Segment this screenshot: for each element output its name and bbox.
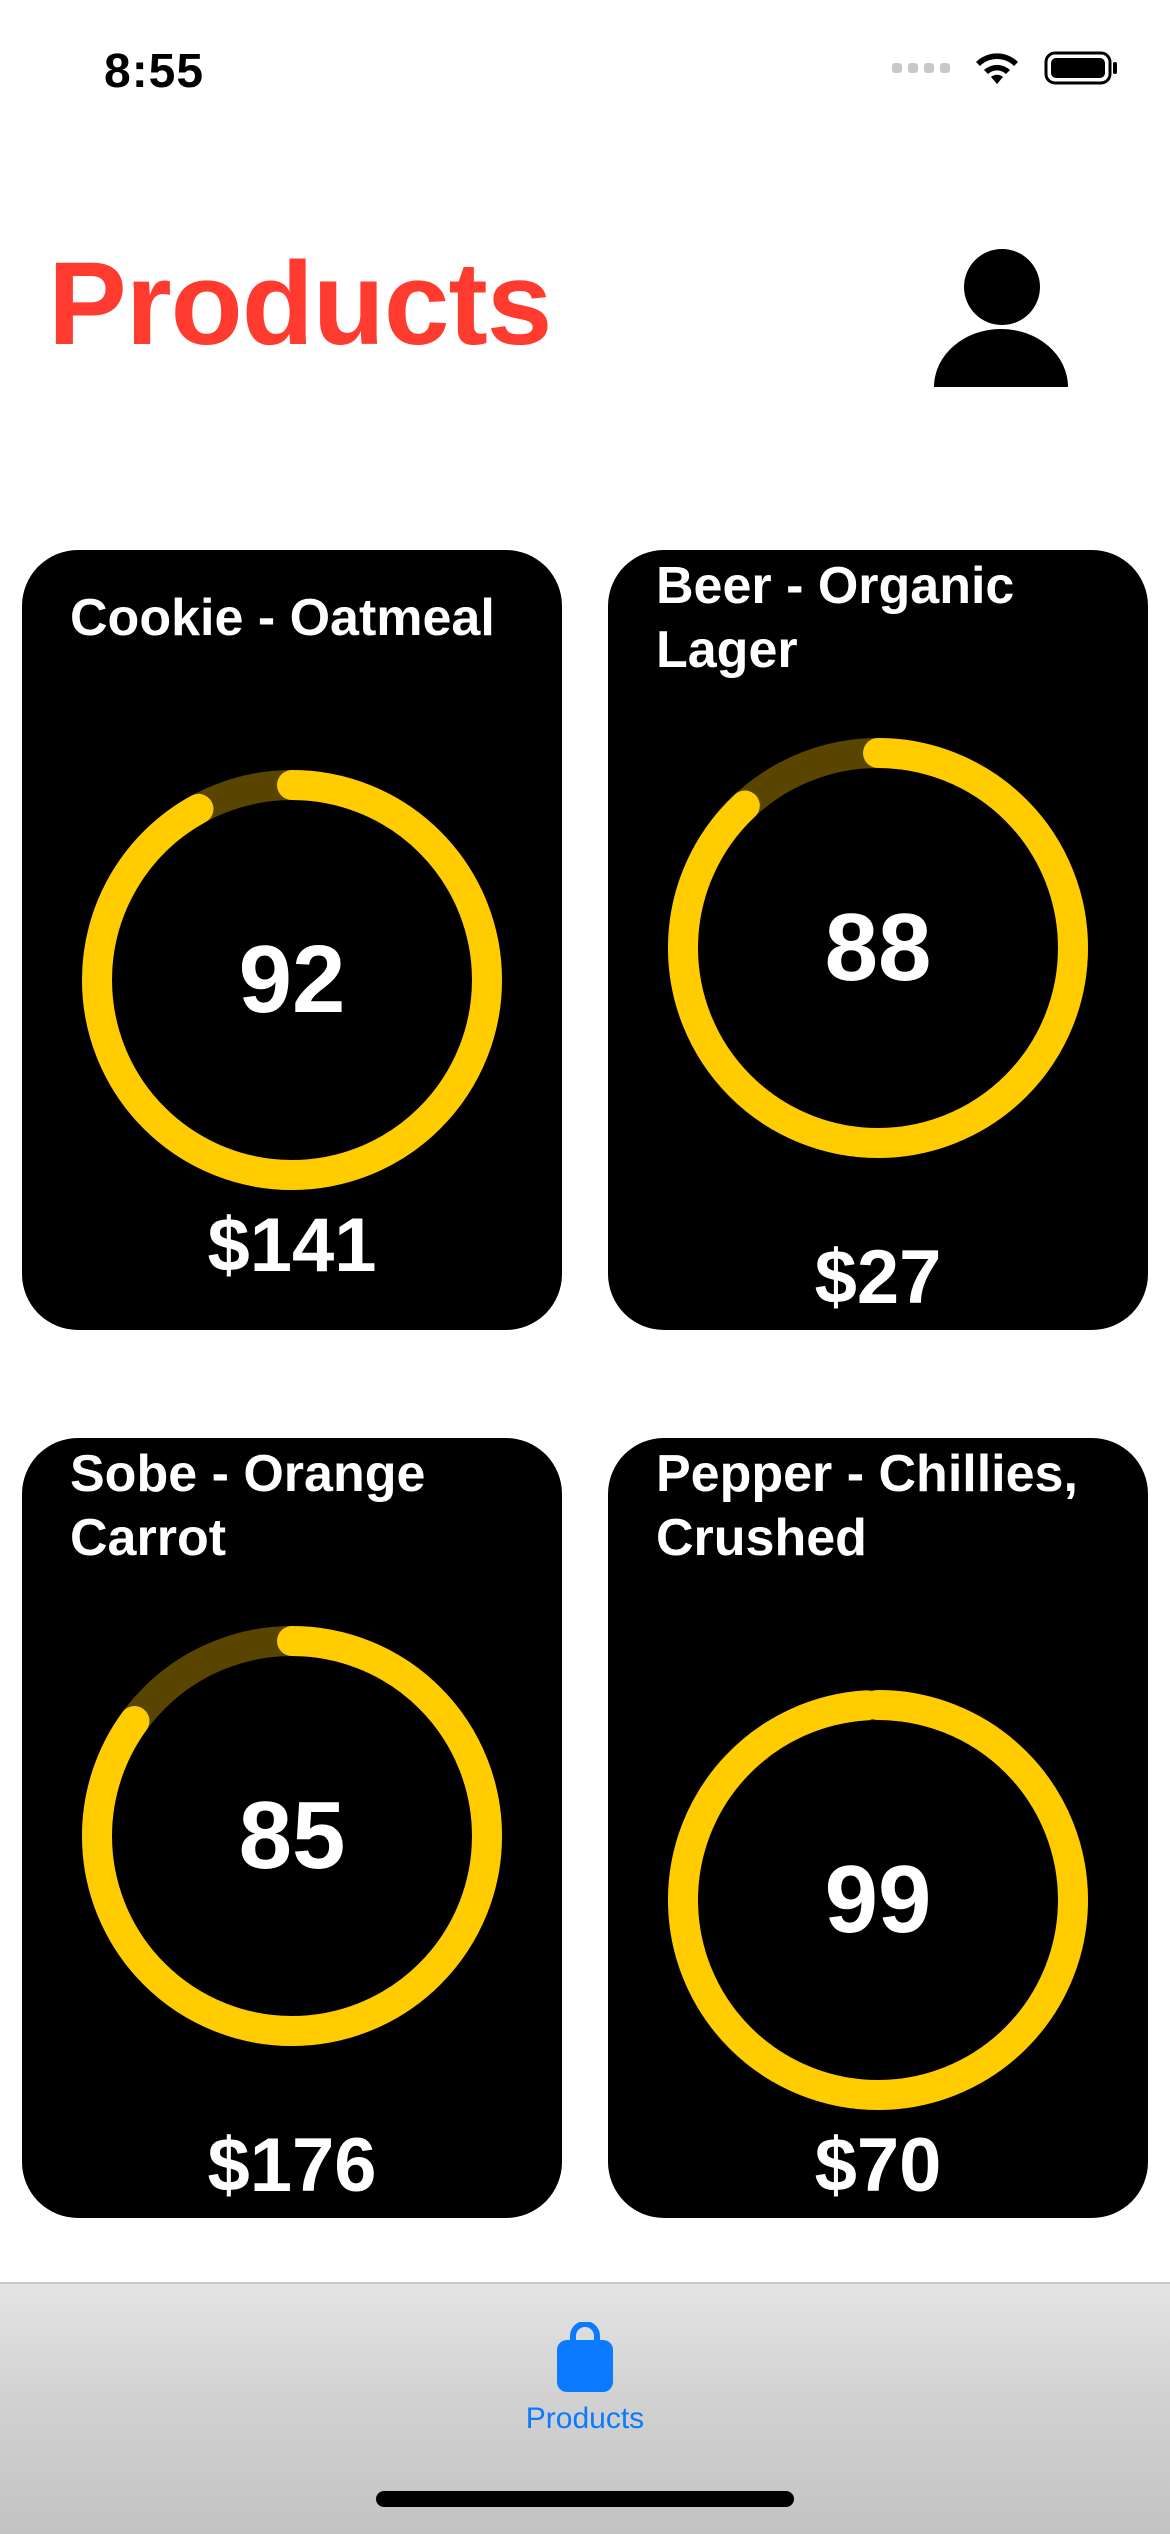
score-ring: 85 <box>82 1626 502 2046</box>
product-name: Cookie - Oatmeal <box>70 589 495 647</box>
home-indicator <box>376 2491 794 2507</box>
product-price: $27 <box>814 1235 942 1320</box>
cellular-signal-icon <box>892 63 950 73</box>
tab-products[interactable]: Products <box>485 2302 685 2435</box>
score-value: 99 <box>824 1846 932 1953</box>
product-price: $141 <box>207 1203 377 1288</box>
product-name: Beer - Organic Lager <box>656 557 1015 679</box>
product-card[interactable]: Sobe - Orange Carrot 85 $176 <box>22 1438 562 2218</box>
score-ring: 88 <box>668 738 1088 1158</box>
product-price: $70 <box>814 2123 942 2208</box>
battery-icon <box>1044 51 1117 85</box>
product-name: Pepper - Chillies, Crushed <box>656 1445 1078 1567</box>
wifi-icon <box>976 53 1018 84</box>
product-price: $176 <box>207 2123 377 2208</box>
product-card[interactable]: Beer - Organic Lager 88 $27 <box>608 550 1148 1330</box>
page-title: Products <box>48 238 552 370</box>
score-value: 85 <box>238 1782 346 1889</box>
product-name: Sobe - Orange Carrot <box>70 1445 426 1567</box>
score-value: 92 <box>238 926 346 1033</box>
shopping-bag-icon <box>557 2322 613 2392</box>
score-ring: 99 <box>668 1690 1088 2110</box>
product-card[interactable]: Cookie - Oatmeal 92 $141 <box>22 550 562 1330</box>
product-card[interactable]: Pepper - Chillies, Crushed 99 $70 <box>608 1438 1148 2218</box>
profile-avatar-icon[interactable] <box>928 235 1068 387</box>
status-time: 8:55 <box>104 45 205 98</box>
status-bar: 8:55 <box>0 0 1170 150</box>
tab-label: Products <box>525 2402 645 2435</box>
score-value: 88 <box>824 894 932 1001</box>
status-icons <box>892 50 1118 86</box>
score-ring: 92 <box>82 770 502 1190</box>
